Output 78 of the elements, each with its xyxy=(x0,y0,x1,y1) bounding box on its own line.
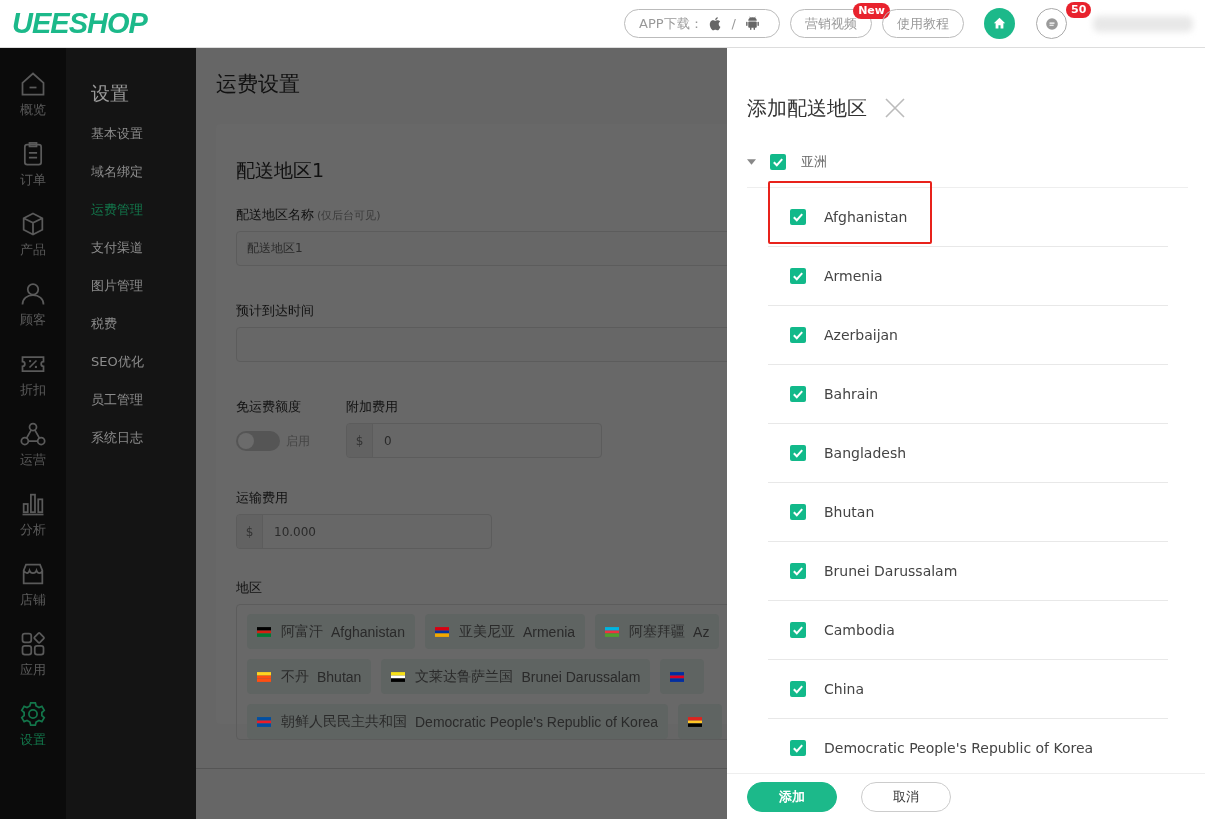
field-label: 预计到达时间 xyxy=(236,302,315,320)
country-label: Azerbaijan xyxy=(824,327,898,343)
region-tag: 亚美尼亚 Armenia xyxy=(424,614,586,649)
sidebar-item[interactable]: 产品 xyxy=(0,210,66,280)
checkbox[interactable] xyxy=(790,681,806,697)
checkbox[interactable] xyxy=(790,209,806,225)
country-label: Bahrain xyxy=(824,386,879,402)
caret-icon[interactable] xyxy=(747,158,756,165)
checkbox[interactable] xyxy=(790,504,806,520)
menu-item[interactable]: SEO优化 xyxy=(91,352,196,390)
checkbox[interactable] xyxy=(790,740,806,756)
country-label: Bhutan xyxy=(824,504,875,520)
android-icon[interactable] xyxy=(744,15,761,32)
checkbox[interactable] xyxy=(790,563,806,579)
sidebar-item[interactable]: 应用 xyxy=(0,630,66,700)
menu-item[interactable]: 运费管理 xyxy=(91,200,196,238)
checkbox[interactable] xyxy=(790,622,806,638)
menu-item[interactable]: 系统日志 xyxy=(91,428,196,466)
flag-icon xyxy=(434,626,449,637)
country-label: Democratic People's Republic of Korea xyxy=(824,740,1094,756)
price-field[interactable]: $ 0 xyxy=(346,423,602,458)
house-icon xyxy=(19,70,47,98)
checkbox[interactable] xyxy=(790,327,806,343)
checkbox[interactable] xyxy=(790,268,806,284)
country-label: Bangladesh xyxy=(824,445,907,461)
checkbox[interactable] xyxy=(790,386,806,402)
flag-icon xyxy=(391,671,406,682)
checkbox[interactable] xyxy=(790,445,806,461)
sidebar-item[interactable]: 设置 xyxy=(0,700,66,770)
cancel-button[interactable]: 取消 xyxy=(861,781,951,812)
person-icon xyxy=(19,280,47,308)
checkbox[interactable] xyxy=(770,153,786,170)
menu-title: 设置 xyxy=(91,81,130,106)
drawer-title: 添加配送地区 xyxy=(747,94,867,122)
page-title: 运费设置 xyxy=(216,71,301,98)
country-label: Afghanistan xyxy=(824,209,908,225)
price-field[interactable]: $ 10.000 xyxy=(236,514,492,549)
group-label: 亚洲 xyxy=(801,152,827,171)
menu-item[interactable]: 员工管理 xyxy=(91,390,196,428)
flag-icon xyxy=(670,671,685,682)
text-field[interactable] xyxy=(236,327,727,362)
section-title: 配送地区1 xyxy=(236,158,326,183)
sidebar-item[interactable]: 折扣 xyxy=(0,350,66,420)
sidebar-item[interactable]: 顾客 xyxy=(0,280,66,350)
sidebar-item[interactable]: 店铺 xyxy=(0,560,66,630)
notification-count: 50 xyxy=(1066,2,1092,18)
menu-item[interactable]: 图片管理 xyxy=(91,276,196,314)
menu-item[interactable]: 基本设置 xyxy=(91,124,196,162)
country-label: Cambodia xyxy=(824,622,895,638)
field-label: 运输费用 xyxy=(236,489,289,507)
close-icon[interactable] xyxy=(883,96,907,120)
flag-icon xyxy=(257,716,271,727)
add-button[interactable]: 添加 xyxy=(747,781,837,812)
region-tag: 文莱达鲁萨兰国 Brunei Darussalam xyxy=(381,659,651,694)
nodes-icon xyxy=(19,420,47,448)
apps-icon xyxy=(19,630,47,658)
sidebar-item[interactable]: 订单 xyxy=(0,140,66,210)
logo[interactable]: UEESHOP xyxy=(12,7,147,40)
home-button[interactable] xyxy=(984,8,1015,39)
flag-icon xyxy=(257,671,271,682)
field-label: 免运费额度 xyxy=(236,398,302,416)
field-label: 地区 xyxy=(236,579,263,597)
new-badge: New xyxy=(853,3,890,19)
field-label: 配送地区名称 xyxy=(236,206,314,224)
sidebar-item[interactable]: 概览 xyxy=(0,70,66,140)
field-label: 附加费用 xyxy=(346,398,399,416)
flag-icon xyxy=(688,716,703,727)
menu-item[interactable]: 支付渠道 xyxy=(91,238,196,276)
sidebar-item[interactable]: 运营 xyxy=(0,420,66,490)
menu-item[interactable]: 税费 xyxy=(91,314,196,352)
country-label: China xyxy=(824,681,864,697)
settings-icon xyxy=(19,700,47,728)
flag-icon xyxy=(257,626,271,637)
country-label: Armenia xyxy=(824,268,883,284)
country-label: Brunei Darussalam xyxy=(824,563,958,579)
sidebar-item[interactable]: 分析 xyxy=(0,490,66,560)
menu-item[interactable]: 域名绑定 xyxy=(91,162,196,200)
flag-icon xyxy=(605,626,620,637)
